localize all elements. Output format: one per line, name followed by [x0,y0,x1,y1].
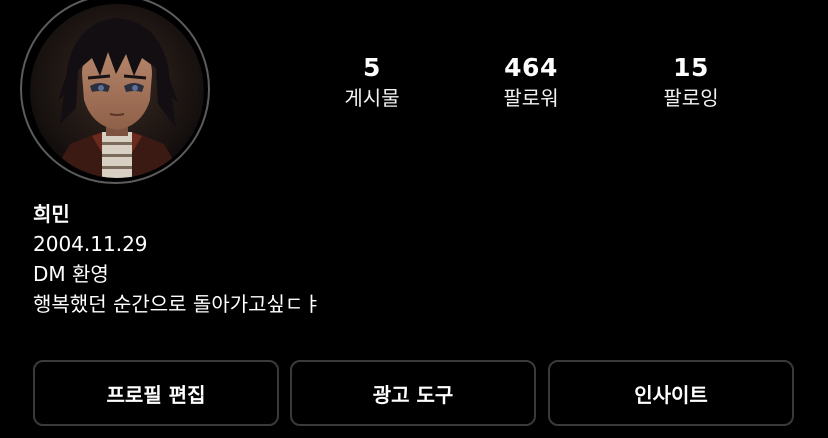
ad-tools-button[interactable]: 광고 도구 [290,360,536,426]
avatar[interactable] [30,4,204,178]
bio-line-quote: 행복했던 순간으로 돌아가고싶ㄷㅑ [33,292,322,316]
stat-following[interactable]: 15 팔로잉 [621,52,761,112]
followers-count: 464 [504,53,558,82]
bio-line-birthdate: 2004.11.29 [33,232,148,256]
following-label: 팔로잉 [663,86,719,110]
profile-picture-icon [30,4,204,178]
posts-count: 5 [363,53,381,82]
followers-label: 팔로워 [503,86,559,110]
profile-bio: 희민 2004.11.29 DM 환영 행복했던 순간으로 돌아가고싶ㄷㅑ [33,199,793,319]
stat-followers[interactable]: 464 팔로워 [461,52,601,112]
posts-label: 게시물 [344,86,400,110]
bio-line-dm: DM 환영 [33,262,109,286]
profile-name: 희민 [33,202,70,226]
following-count: 15 [673,53,709,82]
edit-profile-button[interactable]: 프로필 편집 [33,360,279,426]
stat-posts[interactable]: 5 게시물 [302,52,442,112]
insights-button[interactable]: 인사이트 [548,360,794,426]
